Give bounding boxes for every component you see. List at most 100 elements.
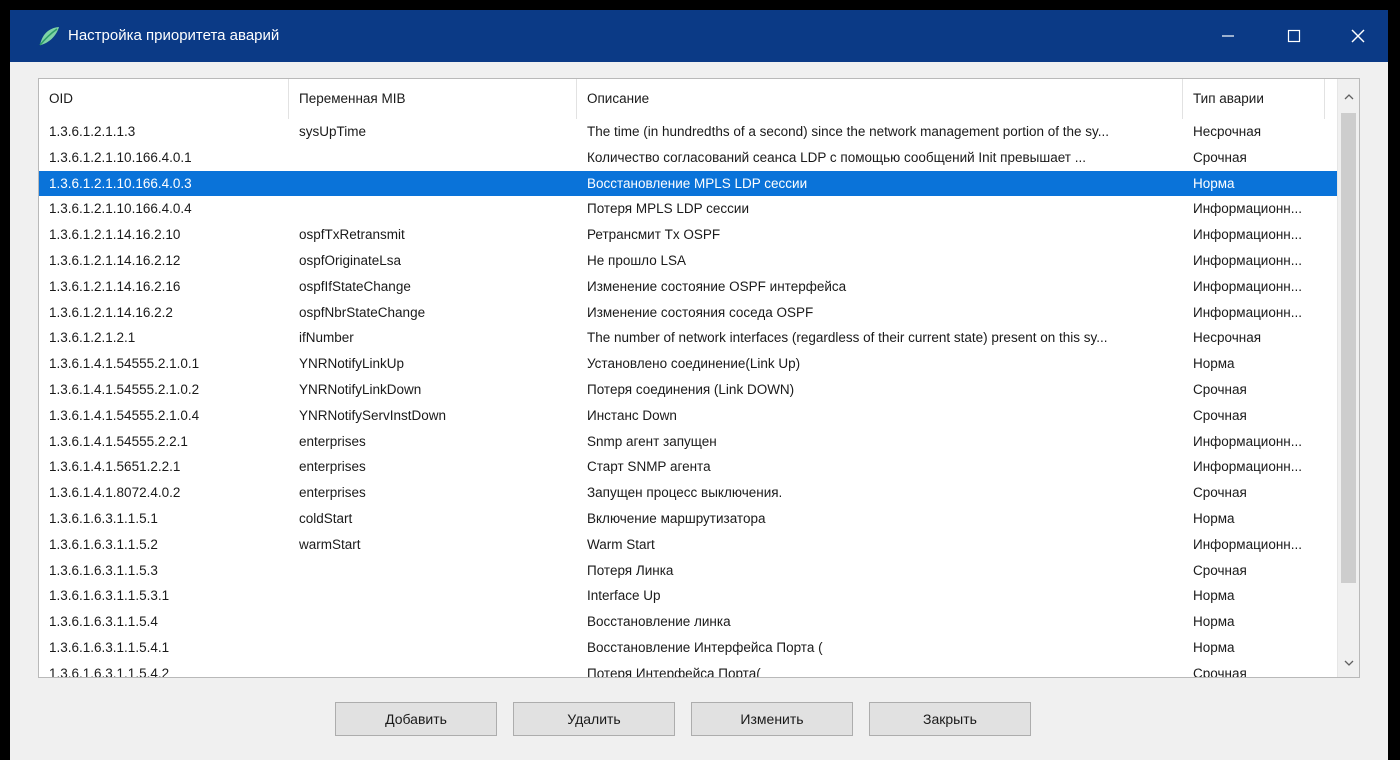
table-row[interactable]: 1.3.6.1.2.1.1.3 sysUpTime The time (in hun… bbox=[39, 119, 1337, 145]
cell-description: Восстановление линка bbox=[587, 614, 731, 630]
table-row[interactable]: 1.3.6.1.4.1.54555.2.1.0.4 YNRNotifyServIn… bbox=[39, 403, 1337, 429]
cell-alarm-type: Норма bbox=[1193, 510, 1235, 526]
cell-alarm-type: Информационн... bbox=[1193, 201, 1303, 217]
cell-alarm-type: Несрочная bbox=[1193, 124, 1262, 139]
cell-description: Ретрансмит Tx OSPF bbox=[587, 227, 721, 243]
cell-alarm-type: Норма bbox=[1193, 588, 1235, 604]
table-row[interactable]: 1.3.6.1.6.3.1.1.5.3 Потеря Линка Срочная bbox=[39, 558, 1337, 584]
cell-description: Interface Up bbox=[587, 588, 661, 604]
table-row[interactable]: 1.3.6.1.4.1.54555.2.2.1 enterprises Snmp а… bbox=[39, 429, 1337, 455]
cell-mib-variable bbox=[289, 196, 577, 222]
cell-mib-variable: ospfIfStateChange bbox=[299, 278, 411, 294]
scroll-thumb[interactable] bbox=[1341, 113, 1356, 583]
cell-description: Изменение состояние OSPF интерфейса bbox=[587, 278, 847, 294]
scroll-down-button[interactable] bbox=[1338, 651, 1359, 673]
edit-button[interactable]: Изменить bbox=[691, 702, 853, 736]
cell-oid: 1.3.6.1.4.1.5651.2.2.1 bbox=[49, 459, 181, 475]
cell-description: Потеря Интерфейса Порта( bbox=[587, 665, 761, 678]
column-header-mib-variable[interactable]: Переменная MIB bbox=[289, 79, 577, 119]
cell-oid: 1.3.6.1.2.1.14.16.2.2 bbox=[49, 304, 173, 320]
column-header-description[interactable]: Описание bbox=[577, 79, 1183, 119]
minimize-button[interactable] bbox=[1198, 10, 1258, 62]
cell-oid: 1.3.6.1.2.1.10.166.4.0.1 bbox=[49, 149, 192, 165]
table-row[interactable]: 1.3.6.1.4.1.54555.2.1.0.1 YNRNotifyLinkUp… bbox=[39, 351, 1337, 377]
add-button[interactable]: Добавить bbox=[335, 702, 497, 736]
table-row[interactable]: 1.3.6.1.6.3.1.1.5.4 Восстановление линка Н… bbox=[39, 609, 1337, 635]
table-row[interactable]: 1.3.6.1.2.1.10.166.4.0.4 Потеря MPLS LDP … bbox=[39, 196, 1337, 222]
cell-description: Включение маршрутизатора bbox=[587, 510, 766, 526]
table-header: OID Переменная MIB Описание Тип аварии bbox=[39, 79, 1337, 119]
cell-oid: 1.3.6.1.4.1.8072.4.0.2 bbox=[49, 485, 181, 501]
cell-oid: 1.3.6.1.6.3.1.1.5.4.1 bbox=[49, 639, 170, 655]
table-row[interactable]: 1.3.6.1.2.1.14.16.2.12 ospfOriginateLsa Не… bbox=[39, 248, 1337, 274]
table-row[interactable]: 1.3.6.1.6.3.1.1.5.1 coldStart Включение ма… bbox=[39, 506, 1337, 532]
cell-mib-variable bbox=[289, 558, 577, 584]
cell-oid: 1.3.6.1.6.3.1.1.5.2 bbox=[49, 536, 158, 552]
title-bar[interactable]: Настройка приоритета аварий bbox=[10, 10, 1388, 62]
cell-description: Потеря Линка bbox=[587, 562, 674, 578]
column-header-oid[interactable]: OID bbox=[39, 79, 289, 119]
table-row[interactable]: 1.3.6.1.2.1.10.166.4.0.3 Восстановление M… bbox=[39, 170, 1337, 197]
column-header-filler bbox=[1325, 79, 1337, 119]
close-window-button[interactable] bbox=[1328, 10, 1388, 62]
cell-alarm-type: Срочная bbox=[1193, 149, 1247, 165]
cell-alarm-type: Информационн... bbox=[1193, 304, 1303, 320]
cell-oid: 1.3.6.1.4.1.54555.2.1.0.4 bbox=[49, 407, 200, 423]
table-row[interactable]: 1.3.6.1.2.1.2.1 ifNumber The number of net… bbox=[39, 325, 1337, 351]
cell-alarm-type: Информационн... bbox=[1193, 433, 1303, 449]
cell-oid: 1.3.6.1.6.3.1.1.5.4 bbox=[49, 614, 158, 630]
window-title: Настройка приоритета аварий bbox=[68, 27, 280, 44]
cell-description: Установлено соединение(Link Up) bbox=[587, 356, 801, 372]
chevron-down-icon bbox=[1344, 653, 1354, 671]
chevron-up-icon bbox=[1344, 87, 1354, 105]
cell-oid: 1.3.6.1.6.3.1.1.5.4.2 bbox=[49, 665, 170, 678]
table-row[interactable]: 1.3.6.1.2.1.10.166.4.0.1 Количество согла… bbox=[39, 145, 1337, 171]
cell-mib-variable: YNRNotifyLinkDown bbox=[299, 381, 422, 397]
table-row[interactable]: 1.3.6.1.4.1.5651.2.2.1 enterprises Старт S… bbox=[39, 454, 1337, 480]
cell-description: Потеря MPLS LDP сессии bbox=[587, 201, 749, 217]
cell-description: The number of network interfaces (regard… bbox=[587, 330, 1108, 346]
cell-mib-variable: enterprises bbox=[299, 459, 366, 475]
table-row[interactable]: 1.3.6.1.2.1.14.16.2.16 ospfIfStateChange И… bbox=[39, 274, 1337, 300]
table-row[interactable]: 1.3.6.1.6.3.1.1.5.2 warmStart Warm Start Ин… bbox=[39, 532, 1337, 558]
cell-mib-variable bbox=[289, 171, 577, 197]
alarm-priority-table[interactable]: OID Переменная MIB Описание Тип аварии 1… bbox=[38, 78, 1360, 678]
close-button[interactable]: Закрыть bbox=[869, 702, 1031, 736]
cell-description: The time (in hundredths of a second) sin… bbox=[587, 124, 1110, 139]
cell-alarm-type: Информационн... bbox=[1193, 536, 1303, 552]
cell-description: Изменение состояния соседа OSPF bbox=[587, 304, 814, 320]
cell-mib-variable bbox=[289, 609, 577, 635]
leaf-icon bbox=[38, 25, 60, 47]
cell-mib-variable: enterprises bbox=[299, 433, 366, 449]
cell-description: Не прошло LSA bbox=[587, 252, 686, 268]
table-row[interactable]: 1.3.6.1.2.1.14.16.2.10 ospfTxRetransmit Ре… bbox=[39, 222, 1337, 248]
cell-description: Восстановление MPLS LDP сессии bbox=[587, 175, 808, 191]
cell-alarm-type: Срочная bbox=[1193, 485, 1247, 501]
cell-description: Инстанс Down bbox=[587, 407, 677, 423]
cell-oid: 1.3.6.1.4.1.54555.2.1.0.2 bbox=[49, 381, 200, 397]
cell-alarm-type: Информационн... bbox=[1193, 252, 1303, 268]
cell-alarm-type: Информационн... bbox=[1193, 227, 1303, 243]
table-row[interactable]: 1.3.6.1.6.3.1.1.5.3.1 Interface Up Норма bbox=[39, 583, 1337, 609]
button-bar: Добавить Удалить Изменить Закрыть bbox=[10, 702, 1388, 738]
vertical-scrollbar[interactable] bbox=[1337, 79, 1359, 677]
maximize-button[interactable] bbox=[1264, 10, 1324, 62]
table-body: 1.3.6.1.2.1.1.3 sysUpTime The time (in hun… bbox=[39, 119, 1337, 678]
cell-oid: 1.3.6.1.2.1.10.166.4.0.4 bbox=[49, 201, 192, 217]
cell-alarm-type: Норма bbox=[1193, 639, 1235, 655]
table-row[interactable]: 1.3.6.1.2.1.14.16.2.2 ospfNbrStateChange И… bbox=[39, 300, 1337, 326]
dialog-window: Настройка приоритета аварий OID Переменн… bbox=[10, 10, 1388, 760]
cell-mib-variable: ospfOriginateLsa bbox=[299, 252, 402, 268]
scroll-up-button[interactable] bbox=[1338, 85, 1359, 107]
cell-mib-variable: sysUpTime bbox=[299, 124, 367, 139]
cell-alarm-type: Срочная bbox=[1193, 665, 1247, 678]
cell-alarm-type: Срочная bbox=[1193, 562, 1247, 578]
cell-oid: 1.3.6.1.6.3.1.1.5.3 bbox=[49, 562, 158, 578]
table-row[interactable]: 1.3.6.1.6.3.1.1.5.4.2 Потеря Интерфейса П… bbox=[39, 661, 1337, 678]
table-row[interactable]: 1.3.6.1.4.1.54555.2.1.0.2 YNRNotifyLinkDo… bbox=[39, 377, 1337, 403]
cell-alarm-type: Норма bbox=[1193, 175, 1235, 191]
table-row[interactable]: 1.3.6.1.6.3.1.1.5.4.1 Восстановление Инте… bbox=[39, 635, 1337, 661]
column-header-alarm-type[interactable]: Тип аварии bbox=[1183, 79, 1325, 119]
delete-button[interactable]: Удалить bbox=[513, 702, 675, 736]
table-row[interactable]: 1.3.6.1.4.1.8072.4.0.2 enterprises Запущен… bbox=[39, 480, 1337, 506]
